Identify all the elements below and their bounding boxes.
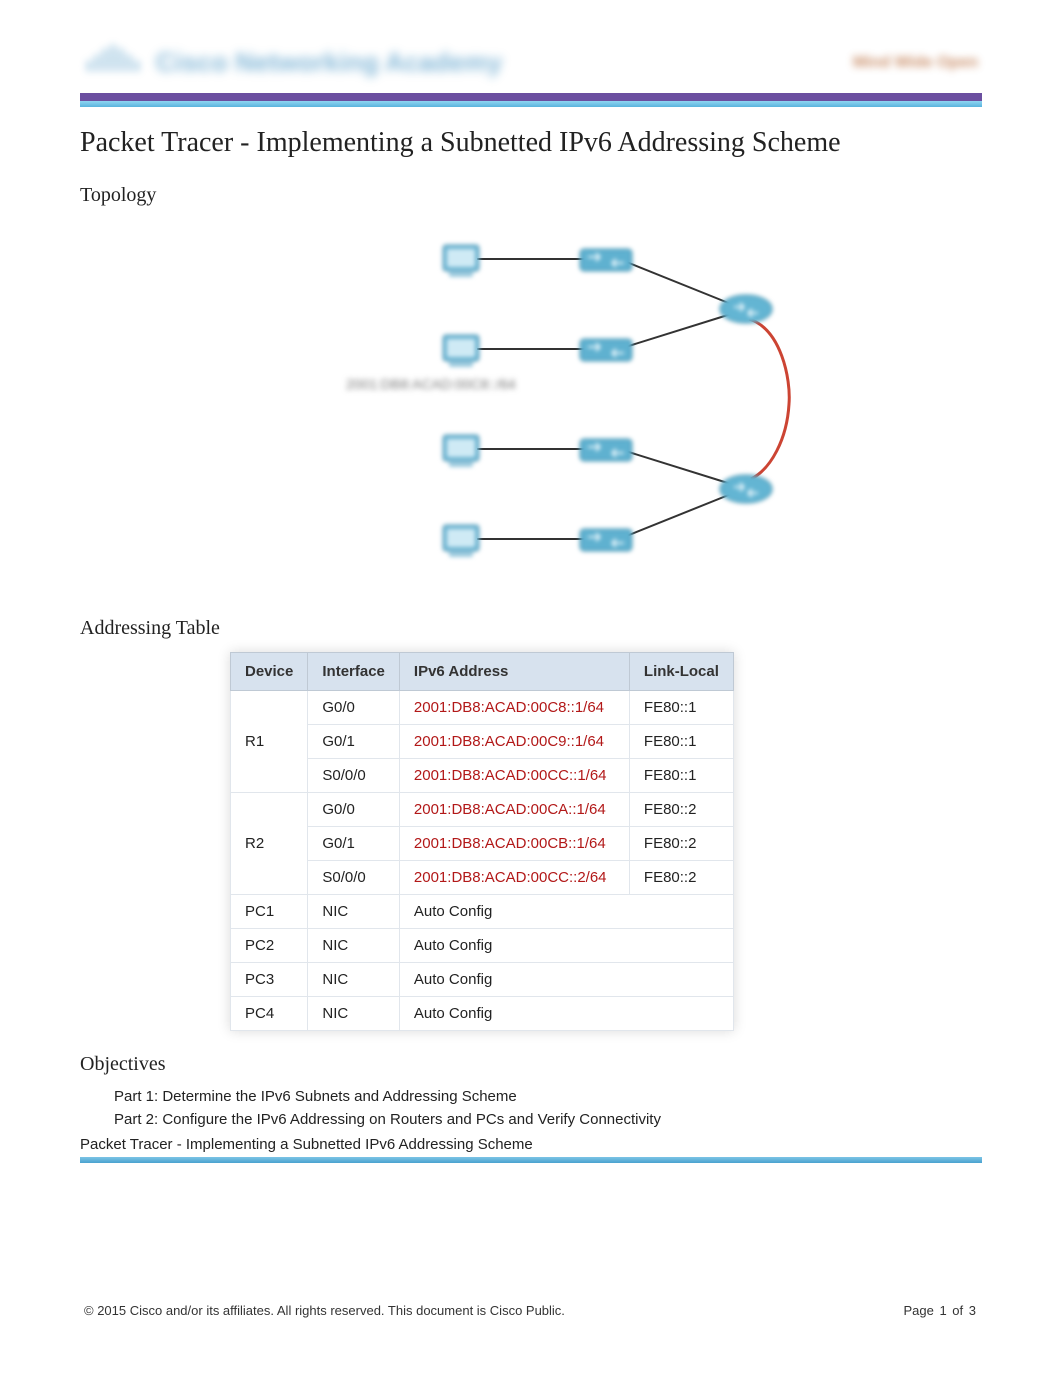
cell-link-local: FE80::2 [629,793,733,827]
cell-ipv6-address: 2001:DB8:ACAD:00CA::1/64 [399,793,629,827]
table-row: R1G0/02001:DB8:ACAD:00C8::1/64FE80::1 [231,691,734,725]
cell-interface: NIC [308,929,400,963]
cell-ipv6-address: Auto Config [399,997,733,1031]
addressing-table-wrap: Device Interface IPv6 Address Link-Local… [80,652,982,1031]
footer-rule [80,1157,982,1163]
section-addressing-table: Addressing Table [80,617,982,640]
rule-purple [80,93,982,101]
cell-device: R1 [231,691,308,793]
cell-interface: NIC [308,997,400,1031]
cell-interface: S0/0/0 [308,759,400,793]
pc-icon [443,245,479,277]
table-row: PC2NICAuto Config [231,929,734,963]
cell-device: PC4 [231,997,308,1031]
objective-line: Part 2: Configure the IPv6 Addressing on… [114,1111,982,1128]
table-row: R2G0/02001:DB8:ACAD:00CA::1/64FE80::2 [231,793,734,827]
table-row: PC1NICAuto Config [231,895,734,929]
page-title: Packet Tracer - Implementing a Subnetted… [80,125,982,160]
router-icon [720,475,772,503]
col-ipv6: IPv6 Address [399,653,629,691]
cell-ipv6-address: 2001:DB8:ACAD:00CC::1/64 [399,759,629,793]
addressing-table: Device Interface IPv6 Address Link-Local… [230,652,734,1031]
topology-svg: 2001:DB8:ACAD:00C8::/64 [251,219,811,599]
cell-link-local: FE80::1 [629,759,733,793]
cell-interface: G0/0 [308,691,400,725]
table-row: PC4NICAuto Config [231,997,734,1031]
cell-device: PC3 [231,963,308,997]
section-objectives: Objectives [80,1053,982,1076]
cell-ipv6-address: Auto Config [399,929,733,963]
cell-link-local: FE80::1 [629,691,733,725]
col-link-local: Link-Local [629,653,733,691]
cell-device: PC2 [231,929,308,963]
pc-icon [443,335,479,367]
cell-interface: S0/0/0 [308,861,400,895]
page-number: Page 1 of 3 [903,1303,978,1318]
switch-icon [580,249,632,271]
tagline-text: Mind Wide Open [853,54,978,72]
cell-interface: G0/0 [308,793,400,827]
document-header: Cisco Networking Academy Mind Wide Open [80,40,982,93]
rule-blue [80,101,982,107]
cell-device: R2 [231,793,308,895]
copyright-text: © 2015 Cisco and/or its affiliates. All … [84,1303,565,1318]
switch-icon [580,339,632,361]
table-row: PC3NICAuto Config [231,963,734,997]
pc-icon [443,525,479,557]
cell-device: PC1 [231,895,308,929]
cell-ipv6-address: 2001:DB8:ACAD:00CC::2/64 [399,861,629,895]
topology-diagram: 2001:DB8:ACAD:00C8::/64 [80,219,982,599]
cell-ipv6-address: 2001:DB8:ACAD:00C9::1/64 [399,725,629,759]
col-device: Device [231,653,308,691]
cisco-logo-icon [84,40,142,85]
pc-icon [443,435,479,467]
router-icon [720,295,772,323]
cell-ipv6-address: Auto Config [399,963,733,997]
section-topology: Topology [80,184,982,207]
cell-interface: NIC [308,895,400,929]
brand-text: Cisco Networking Academy [156,47,502,78]
objective-line: Part 1: Determine the IPv6 Subnets and A… [114,1088,982,1105]
page-footer: © 2015 Cisco and/or its affiliates. All … [80,1303,982,1318]
cell-link-local: FE80::2 [629,827,733,861]
cell-interface: G0/1 [308,725,400,759]
cell-link-local: FE80::2 [629,861,733,895]
cell-ipv6-address: Auto Config [399,895,733,929]
objectives-block: Objectives Part 1: Determine the IPv6 Su… [80,1053,982,1128]
running-title: Packet Tracer - Implementing a Subnetted… [80,1136,982,1153]
col-interface: Interface [308,653,400,691]
document-page: Cisco Networking Academy Mind Wide Open … [0,0,1062,1338]
table-header-row: Device Interface IPv6 Address Link-Local [231,653,734,691]
cell-interface: G0/1 [308,827,400,861]
cell-interface: NIC [308,963,400,997]
brand-block: Cisco Networking Academy [84,40,502,85]
topology-prefix-label: 2001:DB8:ACAD:00C8::/64 [346,376,516,392]
header-rule [80,93,982,107]
switch-icon [580,439,632,461]
cell-ipv6-address: 2001:DB8:ACAD:00CB::1/64 [399,827,629,861]
cell-link-local: FE80::1 [629,725,733,759]
switch-icon [580,529,632,551]
cell-ipv6-address: 2001:DB8:ACAD:00C8::1/64 [399,691,629,725]
